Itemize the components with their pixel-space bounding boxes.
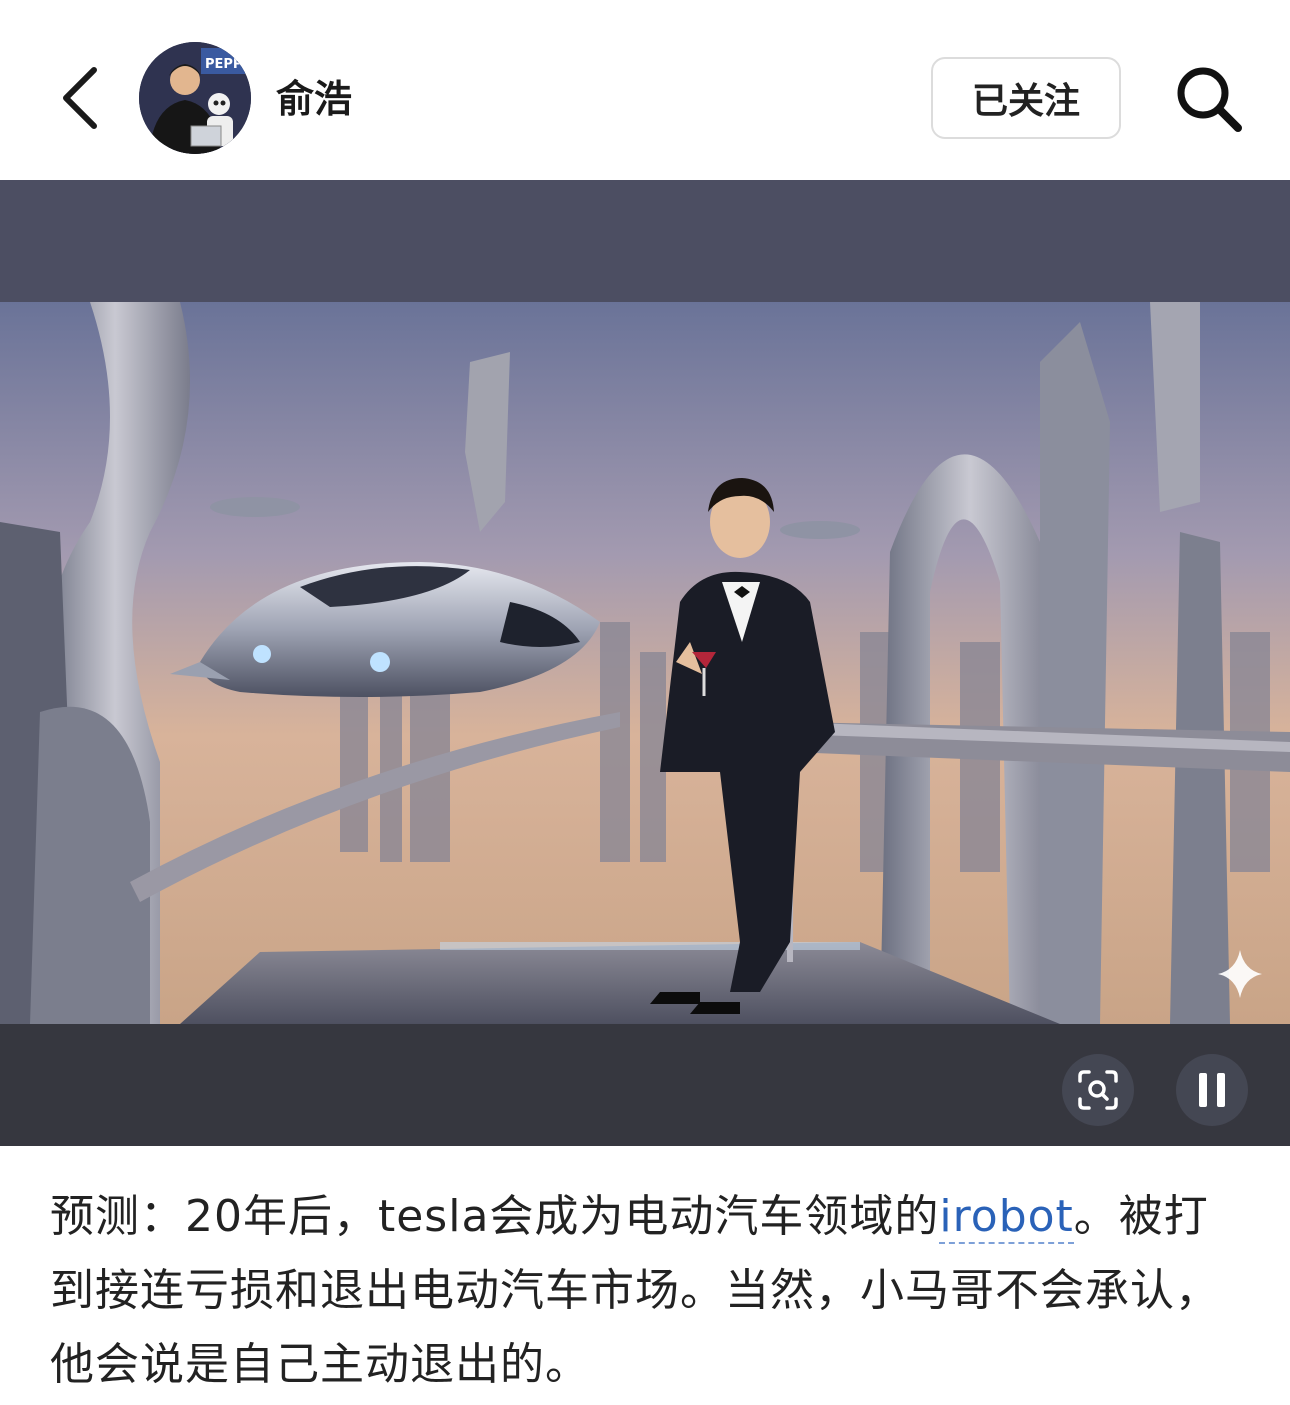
following-button[interactable]: 已关注 bbox=[931, 57, 1121, 139]
text-fade-overlay bbox=[1036, 1328, 1286, 1388]
pause-button[interactable] bbox=[1176, 1054, 1248, 1126]
chevron-left-icon bbox=[63, 67, 97, 129]
back-button[interactable] bbox=[40, 58, 120, 138]
top-bar: PEPP 俞浩 已关注 bbox=[0, 0, 1290, 180]
media-control-bar bbox=[0, 1024, 1290, 1146]
avatar-image: PEPP bbox=[139, 42, 251, 154]
post-text-part-1: 预测：20年后，tesla会成为电动汽车领域的 bbox=[50, 1191, 940, 1242]
pause-icon bbox=[1199, 1073, 1225, 1107]
search-icon bbox=[1177, 67, 1242, 132]
visual-search-button[interactable] bbox=[1062, 1054, 1134, 1126]
futuristic-city-scene bbox=[0, 302, 1290, 1024]
post-image[interactable] bbox=[0, 302, 1290, 1024]
avatar[interactable]: PEPP bbox=[139, 42, 251, 154]
visual-search-icon bbox=[1078, 1070, 1118, 1110]
post-detail-page: PEPP 俞浩 已关注 预测：20年后，tesla会成为电动汽车领域的irobo… bbox=[0, 0, 1290, 1405]
irobot-link[interactable]: irobot bbox=[939, 1191, 1074, 1244]
search-button[interactable] bbox=[1168, 58, 1250, 140]
avatar-sign-text: PEPP bbox=[205, 57, 242, 72]
username[interactable]: 俞浩 bbox=[276, 74, 352, 124]
media-player[interactable] bbox=[0, 180, 1290, 1146]
media-top-band bbox=[0, 180, 1290, 302]
